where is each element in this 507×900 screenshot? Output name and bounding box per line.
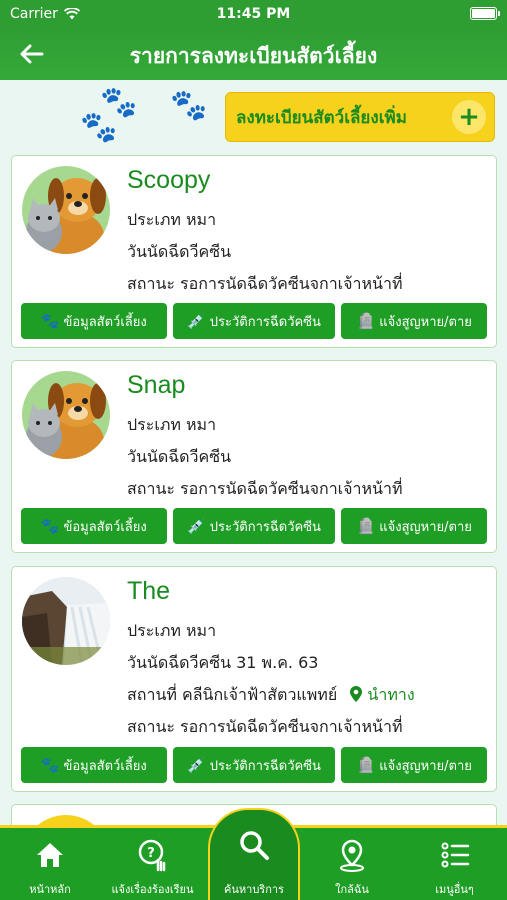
list-menu-icon: [441, 842, 469, 868]
page-title: รายการลงทะเบียนสัตว์เลี้ยง: [129, 44, 378, 68]
paw-background-icon: 🐾: [80, 110, 118, 145]
vaccine-history-label: ประวัติการฉีดวัคซีน: [209, 519, 321, 535]
pet-info-label: ข้อมูลสัตว์เลี้ยง: [63, 314, 147, 330]
paw-icon: 🐾: [40, 517, 60, 535]
pet-list-content[interactable]: 🐾 🐾 🐾 ลงทะเบียนสัตว์เลี้ยงเพิ่ม + Scoopy…: [0, 80, 507, 825]
report-lost-label: แจ้งสูญหาย/ตาย: [379, 519, 472, 535]
tab-nearby-label: ใกล้ฉัน: [335, 883, 369, 896]
pet-info-button[interactable]: 🐾 ข้อมูลสัตว์เลี้ยง: [21, 747, 167, 783]
tab-search-service[interactable]: ค้นหาบริการ: [208, 808, 300, 900]
search-icon: [240, 831, 269, 860]
vaccine-date: วันนัดฉีดวีคซีน 31 พ.ค. 63: [127, 653, 319, 672]
pet-info-button[interactable]: 🐾 ข้อมูลสัตว์เลี้ยง: [21, 303, 167, 339]
tab-complaint[interactable]: ? แจ้งเรื่องร้องเรียน: [100, 828, 205, 900]
pet-status: สถานะ รอการนัดฉีดวัคซีนจกาเจ้าหน้าที่: [127, 717, 403, 736]
tombstone-icon: 🪦: [356, 517, 376, 535]
tombstone-icon: 🪦: [356, 312, 376, 330]
add-pet-button[interactable]: ลงทะเบียนสัตว์เลี้ยงเพิ่ม +: [225, 92, 495, 142]
report-lost-button[interactable]: 🪦 แจ้งสูญหาย/ตาย: [341, 303, 487, 339]
pet-card: Snap ประเภท หมา วันนัดฉีดวีคซีน สถานะ รอ…: [11, 360, 497, 553]
pet-card: Scoopy ประเภท หมา วันนัดฉีดวีคซีน สถานะ …: [11, 155, 497, 348]
report-lost-button[interactable]: 🪦 แจ้งสูญหาย/ตาย: [341, 508, 487, 544]
clock: 11:45 PM: [216, 6, 291, 22]
card-actions: 🐾 ข้อมูลสัตว์เลี้ยง 💉 ประวัติการฉีดวัคซีน …: [21, 508, 487, 544]
bottom-tab-bar: หน้าหลัก ? แจ้งเรื่องร้องเรียน ค้นหาบริก…: [0, 808, 507, 900]
pet-name: The: [127, 577, 171, 605]
tab-more-label: เมนูอื่นๆ: [435, 883, 474, 896]
add-pet-label: ลงทะเบียนสัตว์เลี้ยงเพิ่ม: [236, 107, 407, 128]
tab-home[interactable]: หน้าหลัก: [0, 828, 100, 900]
pet-info-label: ข้อมูลสัตว์เลี้ยง: [63, 758, 147, 774]
clinic-place: สถานที่ คลีนิกเจ้าฟ้าสัตวแพทย์ นำทาง: [127, 683, 415, 708]
pet-avatar: [22, 371, 110, 459]
pet-avatar: [22, 166, 110, 254]
paw-icon: 🐾: [40, 312, 60, 330]
status-bar: Carrier 11:45 PM: [0, 0, 507, 28]
card-actions: 🐾 ข้อมูลสัตว์เลี้ยง 💉 ประวัติการฉีดวัคซีน …: [21, 747, 487, 783]
card-actions: 🐾 ข้อมูลสัตว์เลี้ยง 💉 ประวัติการฉีดวัคซีน …: [21, 303, 487, 339]
pet-type: ประเภท หมา: [127, 415, 217, 434]
navigate-label: นำทาง: [367, 685, 415, 704]
vaccine-history-label: ประวัติการฉีดวัคซีน: [209, 758, 321, 774]
nav-bar: รายการลงทะเบียนสัตว์เลี้ยง: [0, 28, 507, 80]
pet-avatar: [22, 577, 110, 665]
report-lost-button[interactable]: 🪦 แจ้งสูญหาย/ตาย: [341, 747, 487, 783]
tab-search-label: ค้นหาบริการ: [224, 883, 284, 896]
pet-status: สถานะ รอการนัดฉีดวัคซีนจกาเจ้าหน้าที่: [127, 479, 403, 498]
plus-icon: +: [452, 100, 486, 134]
tab-complaint-label: แจ้งเรื่องร้องเรียน: [111, 883, 194, 896]
report-lost-label: แจ้งสูญหาย/ตาย: [379, 758, 472, 774]
tombstone-icon: 🪦: [356, 756, 376, 774]
paw-icon: 🐾: [40, 756, 60, 774]
battery-icon: [470, 7, 500, 20]
pet-info-label: ข้อมูลสัตว์เลี้ยง: [63, 519, 147, 535]
back-arrow-icon[interactable]: [16, 38, 48, 70]
report-lost-label: แจ้งสูญหาย/ตาย: [379, 314, 472, 330]
pet-type: ประเภท หมา: [127, 621, 217, 640]
navigate-link[interactable]: นำทาง: [350, 685, 415, 704]
pet-type: ประเภท หมา: [127, 210, 217, 229]
clinic-place-label: สถานที่ คลีนิกเจ้าฟ้าสัตวแพทย์: [127, 685, 338, 704]
pet-card: The ประเภท หมา วันนัดฉีดวีคซีน 31 พ.ค. 6…: [11, 566, 497, 792]
location-pin-icon: [350, 686, 363, 702]
pet-name: Scoopy: [127, 166, 211, 194]
paw-background-icon: 🐾: [170, 88, 208, 123]
vaccine-history-button[interactable]: 💉 ประวัติการฉีดวัคซีน: [172, 508, 336, 544]
vaccine-date: วันนัดฉีดวีคซีน: [127, 242, 232, 261]
pet-name: Snap: [127, 371, 186, 399]
tab-nearby[interactable]: ใกล้ฉัน: [302, 828, 402, 900]
complaint-icon: ?: [138, 839, 165, 872]
vaccine-history-button[interactable]: 💉 ประวัติการฉีดวัคซีน: [172, 747, 336, 783]
pet-status: สถานะ รอการนัดฉีดวัคซีนจกาเจ้าหน้าที่: [127, 274, 403, 293]
syringe-icon: 💉: [187, 517, 206, 535]
tab-home-label: หน้าหลัก: [29, 883, 71, 896]
vaccine-history-label: ประวัติการฉีดวัคซีน: [209, 314, 321, 330]
home-icon: [37, 843, 63, 867]
tab-more-menu[interactable]: เมนูอื่นๆ: [402, 828, 507, 900]
vaccine-date: วันนัดฉีดวีคซีน: [127, 447, 232, 466]
syringe-icon: 💉: [187, 756, 206, 774]
vaccine-history-button[interactable]: 💉 ประวัติการฉีดวัคซีน: [172, 303, 336, 339]
pet-info-button[interactable]: 🐾 ข้อมูลสัตว์เลี้ยง: [21, 508, 167, 544]
location-pin-icon: [340, 839, 364, 872]
syringe-icon: 💉: [187, 312, 206, 330]
pet-avatar: [22, 815, 110, 825]
svg-text:?: ?: [147, 846, 155, 861]
